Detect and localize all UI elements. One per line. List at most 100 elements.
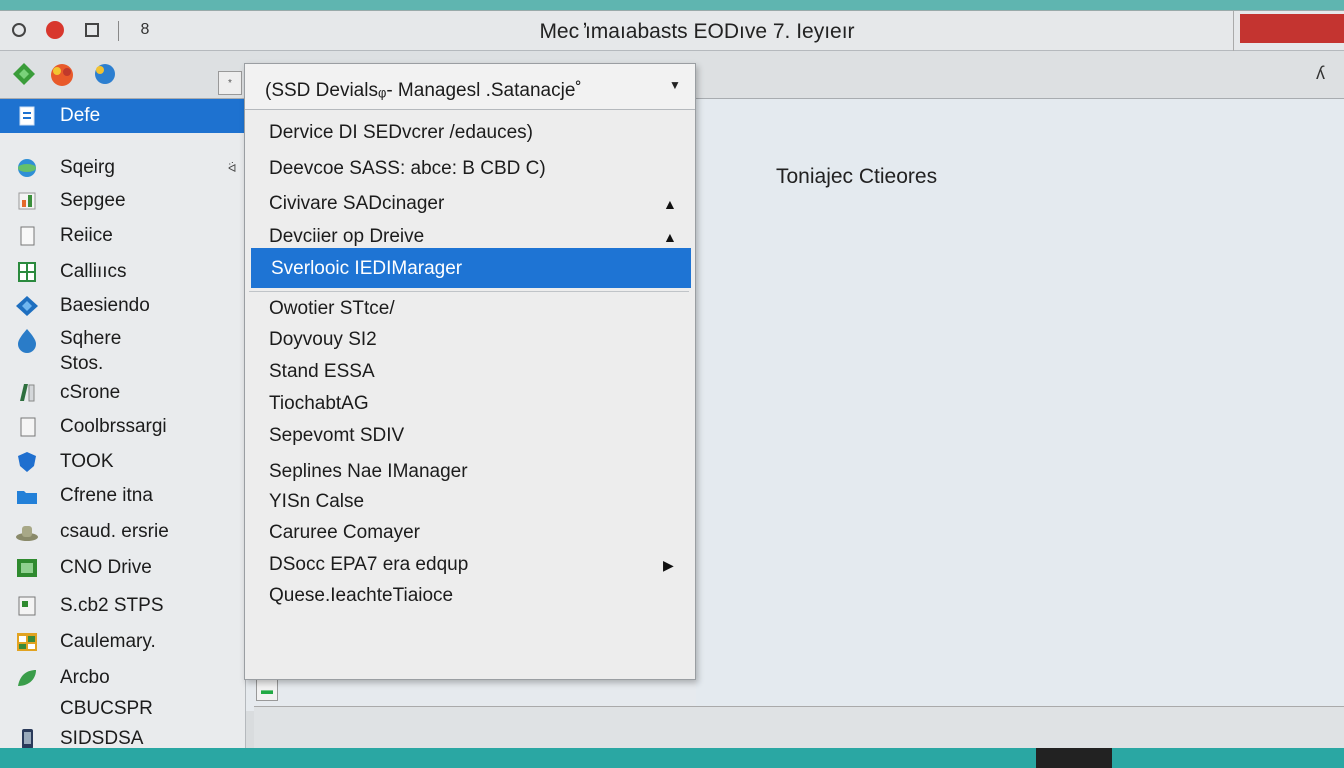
dropdown-option[interactable]: Civivare SADcinager ▲ xyxy=(245,187,695,221)
sidebar-item-label: csaud. ersrie xyxy=(60,521,169,542)
option-label: Devciier op Dreive xyxy=(269,226,425,247)
sidebar-item-baesiendo[interactable]: Baesiendo xyxy=(0,289,246,323)
shield-icon xyxy=(18,452,36,472)
sidebar-item-label: Cfrene itna xyxy=(60,485,153,506)
hat-icon xyxy=(16,526,38,541)
sidebar-item-scb2-stps[interactable]: S.cb2 STPS xyxy=(0,589,246,623)
sidebar-item-took[interactable]: TOOK xyxy=(0,445,246,479)
dropdown-option[interactable]: Deevcoe SASS: abce: B CBD C) xyxy=(245,152,695,186)
sidebar-item-sidsdsa[interactable]: SIDSDSA xyxy=(0,722,246,748)
sidebar-item-label: Arcbo xyxy=(60,667,110,688)
dropdown-option[interactable]: Dervice DI SEDvcrer /edauces) xyxy=(245,116,695,150)
sidebar-item-caulemary[interactable]: Caulemary. xyxy=(0,625,246,659)
sidebar-item-label: Sepgee xyxy=(60,190,126,211)
option-label: Quese.IeachteTiaioce xyxy=(269,585,454,606)
sidebar-item-label: Baesiendo xyxy=(60,295,150,316)
option-label: Caruree Comayer xyxy=(269,522,420,543)
dropdown-option-selected[interactable]: Sverlooic IEDIMarager xyxy=(251,248,691,288)
calendar-icon xyxy=(17,633,37,651)
sidebar-item-label: cSrone xyxy=(60,382,121,403)
file-icon xyxy=(20,417,36,437)
chevron-down-icon[interactable]: ▼ xyxy=(669,78,681,92)
collapse-arrow-icon[interactable]: ▲ xyxy=(663,196,677,212)
doc-outline-icon xyxy=(20,226,35,246)
globe-icon xyxy=(18,159,36,177)
main-window: 8 Mec ̓ımaıabasts EODıve 7. Ieyıeır * ʎ … xyxy=(0,10,1344,748)
sidebar-item-label: Calliııcs xyxy=(60,261,127,282)
toolbar-right-button[interactable]: ʎ xyxy=(1316,63,1325,84)
content-pane: Toniajec Ctieores xyxy=(696,99,1344,711)
option-label: Owotier STtce/ xyxy=(269,298,395,319)
dropdown-option[interactable]: Owotier STtce/ xyxy=(245,292,695,326)
sidebar-item-label: Caulemary. xyxy=(60,631,156,652)
option-label: Dervice DI SEDvcrer /edauces) xyxy=(269,122,533,143)
folder-icon xyxy=(17,491,37,504)
sidebar-item-coolbrssargi[interactable]: Coolbrssargi xyxy=(0,410,246,444)
status-bar xyxy=(254,706,1344,748)
sidebar-item-cbucspr[interactable]: CBUCSPR xyxy=(0,692,246,726)
sidebar-item-label: Sqeirg xyxy=(60,157,115,178)
dropdown-header[interactable]: (SSD Devialsᵩ- Managesl .Satanacje˚ ▼ xyxy=(245,64,695,110)
drive-icon xyxy=(17,559,37,577)
collapse-arrow-icon[interactable]: ▲ xyxy=(663,229,677,245)
expand-arrow-icon[interactable]: ᐛ xyxy=(228,162,236,175)
dropdown-option[interactable]: DSocc EPA7 era edqup ▶ xyxy=(245,548,695,582)
close-area-button[interactable] xyxy=(1240,14,1344,43)
bird-icon[interactable] xyxy=(90,60,118,88)
sidebar-item-sqeirg[interactable]: Sqeirg ᐛ xyxy=(0,151,246,185)
content-heading: Toniajec Ctieores xyxy=(776,165,938,188)
option-label: DSocc EPA7 era edqup xyxy=(269,554,469,575)
toolbar-options-button[interactable]: * xyxy=(218,71,242,95)
option-label: Civivare SADcinager xyxy=(269,193,445,214)
palette-icon[interactable] xyxy=(48,60,76,88)
taskbar-block xyxy=(1036,748,1112,768)
device-manager-dropdown[interactable]: (SSD Devialsᵩ- Managesl .Satanacje˚ ▼ De… xyxy=(244,63,696,680)
sidebar-item-arcbo[interactable]: Arcbo xyxy=(0,661,246,695)
leaf-icon xyxy=(18,670,36,686)
sidebar-item-label: Defe xyxy=(60,105,101,126)
dropdown-option[interactable]: Stand ESSA xyxy=(245,355,695,389)
sidebar-item-sepgee[interactable]: Sepgee xyxy=(0,184,246,218)
dropdown-option[interactable]: Caruree Comayer xyxy=(245,516,695,550)
grid-icon xyxy=(18,262,36,282)
sidebar-item-cfrene-itna[interactable]: Cfrene itna xyxy=(0,479,246,513)
sidebar-item-label: Reiice xyxy=(60,225,113,246)
dropdown-option[interactable]: YISn Calse xyxy=(245,485,695,519)
recycle-green-icon[interactable] xyxy=(10,60,38,88)
book-icon xyxy=(20,384,35,402)
panel-toggle-icon[interactable]: ▬ xyxy=(256,679,278,701)
sidebar-item-cno-drive[interactable]: CNO Drive xyxy=(0,551,246,585)
sidebar-item-label: Coolbrssargi xyxy=(60,416,167,437)
sidebar-item-defe[interactable]: Defe xyxy=(0,99,246,133)
option-label: Sverlooic IEDIMarager xyxy=(271,258,463,279)
submenu-arrow-icon[interactable]: ▶ xyxy=(663,557,674,574)
sidebar: Defe Sqeirg ᐛ Sepgee Reiice Calliııcs Ba… xyxy=(0,99,246,748)
option-label: YISn Calse xyxy=(269,491,365,512)
sidebar-item-label: Stos. xyxy=(60,353,104,374)
option-label: TiochabtAG xyxy=(269,393,369,414)
title-bar: 8 Mec ̓ımaıabasts EODıve 7. Ieyıeır xyxy=(0,11,1344,51)
phone-icon xyxy=(22,729,33,748)
window-title: Mec ̓ımaıabasts EODıve 7. Ieyıeır xyxy=(539,20,855,43)
option-label: Doyvouy SI2 xyxy=(269,329,377,350)
option-label: Sepevomt SDIV xyxy=(269,425,405,446)
desktop-strip xyxy=(0,748,1344,768)
document-icon xyxy=(19,106,35,126)
sidebar-item-reiice[interactable]: Reiice xyxy=(0,219,246,253)
chart-icon xyxy=(18,192,36,210)
dropdown-option[interactable]: Doyvouy SI2 xyxy=(245,323,695,357)
dropdown-option[interactable]: TiochabtAG xyxy=(245,387,695,421)
dropdown-option[interactable]: Quese.IeachteTiaioce xyxy=(245,579,695,613)
sidebar-item-csrone[interactable]: cSrone xyxy=(0,376,246,410)
dropdown-option[interactable]: Seplines Nae IManager xyxy=(245,455,695,489)
diamond-icon xyxy=(16,296,38,316)
sidebar-item-calliiics[interactable]: Calliııcs xyxy=(0,255,246,289)
dropdown-selected-value: (SSD Devialsᵩ- Managesl .Satanacje˚ xyxy=(265,80,582,101)
sidebar-item-csaud-ersrie[interactable]: csaud. ersrie xyxy=(0,515,246,549)
sidebar-item-label: SIDSDSA xyxy=(60,728,144,748)
sidebar-item-label: CNO Drive xyxy=(60,557,152,578)
dropdown-option[interactable]: Sepevomt SDIV xyxy=(245,419,695,453)
option-label: Seplines Nae IManager xyxy=(269,461,468,482)
page-icon xyxy=(18,596,36,616)
sidebar-item-label: CBUCSPR xyxy=(60,698,153,719)
